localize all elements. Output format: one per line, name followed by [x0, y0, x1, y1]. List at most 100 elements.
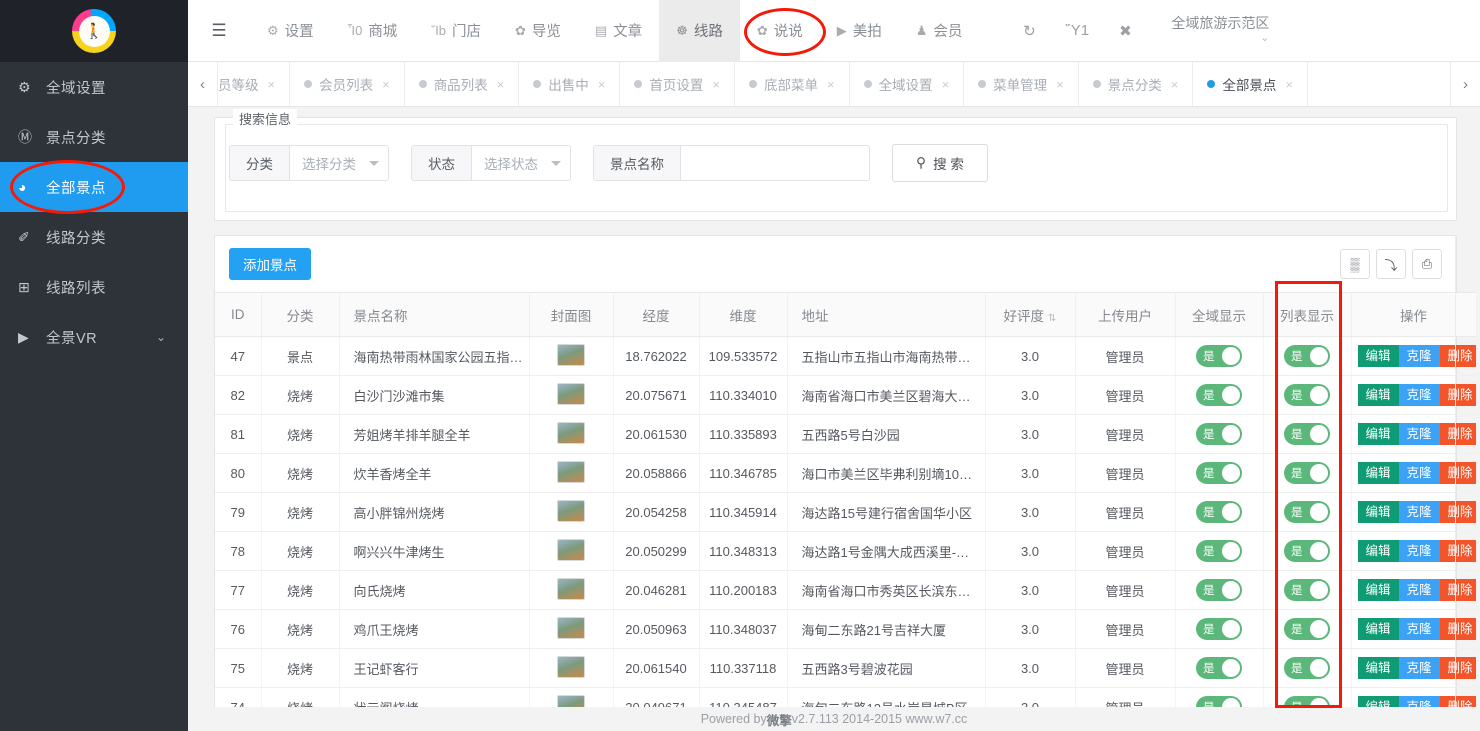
edit-button[interactable]: 编辑 [1357, 656, 1399, 680]
delete-button[interactable]: 删除 [1439, 617, 1475, 641]
global-display-toggle[interactable]: 是 [1196, 384, 1242, 406]
topbar-menu-item-6[interactable]: ✿ 说说 [740, 0, 820, 62]
print-icon[interactable]: ⎙ [1412, 249, 1442, 279]
search-button[interactable]: ⚲ 搜 索 [892, 144, 988, 182]
edit-button[interactable]: 编辑 [1357, 422, 1399, 446]
global-display-toggle[interactable]: 是 [1196, 423, 1242, 445]
global-display-toggle[interactable]: 是 [1196, 579, 1242, 601]
cell-global[interactable]: 是 [1175, 570, 1264, 610]
global-display-toggle[interactable]: 是 [1196, 540, 1242, 562]
cover-thumbnail[interactable] [557, 655, 585, 678]
edit-button[interactable]: 编辑 [1357, 539, 1399, 563]
cell-listed[interactable]: 是 [1263, 570, 1352, 610]
clone-button[interactable]: 克隆 [1398, 383, 1440, 407]
cell-listed[interactable]: 是 [1263, 531, 1352, 571]
tab-close-icon[interactable]: × [712, 77, 720, 92]
tab-close-icon[interactable]: × [268, 77, 276, 92]
list-display-toggle[interactable]: 是 [1284, 462, 1330, 484]
topbar-menu-item-1[interactable]: Ἶ0 商城 [331, 0, 415, 62]
delete-button[interactable]: 删除 [1439, 539, 1475, 563]
topbar-menu-item-3[interactable]: ✿ 导览 [498, 0, 578, 62]
cell-listed[interactable]: 是 [1263, 414, 1352, 454]
tab-2[interactable]: 商品列表 × [405, 62, 520, 106]
cover-thumbnail[interactable] [557, 460, 585, 483]
topbar-menu-item-4[interactable]: ▤ 文章 [578, 0, 659, 62]
cell-global[interactable]: 是 [1175, 375, 1264, 415]
topbar-menu-item-0[interactable]: ⚙ 设置 [250, 0, 331, 62]
cell-listed[interactable]: 是 [1263, 609, 1352, 649]
refresh-button[interactable]: ↻ [1005, 0, 1053, 62]
clone-button[interactable]: 克隆 [1398, 539, 1440, 563]
cover-thumbnail[interactable] [557, 499, 585, 522]
sidebar-item-0[interactable]: ⚙ 全域设置 [0, 62, 188, 112]
tab-0[interactable]: 员等级 × [218, 62, 291, 106]
sidebar-item-1[interactable]: Ⓜ 景点分类 [0, 112, 188, 162]
sidebar-item-4[interactable]: ⊞ 线路列表 [0, 262, 188, 312]
edit-button[interactable]: 编辑 [1357, 344, 1399, 368]
tab-5[interactable]: 底部菜单 × [735, 62, 850, 106]
tab-8[interactable]: 景点分类 × [1079, 62, 1194, 106]
delete-button[interactable]: 删除 [1439, 461, 1475, 485]
cell-global[interactable]: 是 [1175, 648, 1264, 688]
global-display-toggle[interactable]: 是 [1196, 501, 1242, 523]
cell-cover[interactable] [529, 492, 614, 532]
edit-button[interactable]: 编辑 [1357, 617, 1399, 641]
cell-listed[interactable]: 是 [1263, 492, 1352, 532]
sidebar-logo[interactable]: 🚶 [0, 0, 188, 62]
global-display-toggle[interactable]: 是 [1196, 345, 1242, 367]
delete-button[interactable]: 删除 [1439, 383, 1475, 407]
delete-button[interactable]: 删除 [1439, 422, 1475, 446]
topbar-menu-item-7[interactable]: ▶ 美拍 [820, 0, 899, 62]
cell-cover[interactable] [529, 336, 614, 376]
cell-listed[interactable]: 是 [1263, 648, 1352, 688]
list-display-toggle[interactable]: 是 [1284, 618, 1330, 640]
clone-button[interactable]: 克隆 [1398, 578, 1440, 602]
tab-close-icon[interactable]: × [598, 77, 606, 92]
spot-name-input[interactable] [680, 145, 870, 181]
topbar-menu-item-2[interactable]: Ἵb 门店 [414, 0, 498, 62]
tab-close-icon[interactable]: × [497, 77, 505, 92]
tab-1[interactable]: 会员列表 × [290, 62, 405, 106]
clone-button[interactable]: 克隆 [1398, 344, 1440, 368]
tab-3[interactable]: 出售中 × [519, 62, 621, 106]
delete-button[interactable]: 删除 [1439, 500, 1475, 524]
edit-button[interactable]: 编辑 [1357, 500, 1399, 524]
site-selector[interactable]: 全域旅游示范区 ⌄ [1171, 15, 1269, 46]
cell-cover[interactable] [529, 453, 614, 493]
cell-global[interactable]: 是 [1175, 414, 1264, 454]
delete-button[interactable]: 删除 [1439, 656, 1475, 680]
clone-button[interactable]: 克隆 [1398, 617, 1440, 641]
edit-button[interactable]: 编辑 [1357, 578, 1399, 602]
cell-cover[interactable] [529, 414, 614, 454]
clear-cache-button[interactable]: Ὕ1 [1053, 0, 1101, 62]
list-display-toggle[interactable]: 是 [1284, 657, 1330, 679]
edit-button[interactable]: 编辑 [1357, 383, 1399, 407]
cover-thumbnail[interactable] [557, 538, 585, 561]
cell-cover[interactable] [529, 375, 614, 415]
list-display-toggle[interactable]: 是 [1284, 540, 1330, 562]
list-display-toggle[interactable]: 是 [1284, 579, 1330, 601]
columns-icon[interactable]: ▒ [1340, 249, 1370, 279]
cell-cover[interactable] [529, 609, 614, 649]
sidebar-item-3[interactable]: ✐ 线路分类 [0, 212, 188, 262]
tab-close-icon[interactable]: × [1056, 77, 1064, 92]
list-display-toggle[interactable]: 是 [1284, 501, 1330, 523]
cell-cover[interactable] [529, 570, 614, 610]
clone-button[interactable]: 克隆 [1398, 422, 1440, 446]
sidebar-item-2[interactable]: ◕ 全部景点 [0, 162, 188, 212]
tab-7[interactable]: 菜单管理 × [964, 62, 1079, 106]
category-select[interactable]: 选择分类 [289, 145, 389, 181]
cell-listed[interactable]: 是 [1263, 375, 1352, 415]
fullscreen-button[interactable]: ✖ [1101, 0, 1149, 62]
cover-thumbnail[interactable] [557, 577, 585, 600]
cell-cover[interactable] [529, 648, 614, 688]
sidebar-item-5[interactable]: ▶ 全景VR ⌄ [0, 312, 188, 362]
cell-listed[interactable]: 是 [1263, 336, 1352, 376]
cover-thumbnail[interactable] [557, 421, 585, 444]
clone-button[interactable]: 克隆 [1398, 461, 1440, 485]
column-header-rating[interactable]: 好评度 ⇅ [985, 292, 1076, 337]
cover-thumbnail[interactable] [557, 343, 585, 366]
cell-cover[interactable] [529, 531, 614, 571]
sort-icon[interactable]: ⇅ [1048, 313, 1056, 324]
global-display-toggle[interactable]: 是 [1196, 657, 1242, 679]
